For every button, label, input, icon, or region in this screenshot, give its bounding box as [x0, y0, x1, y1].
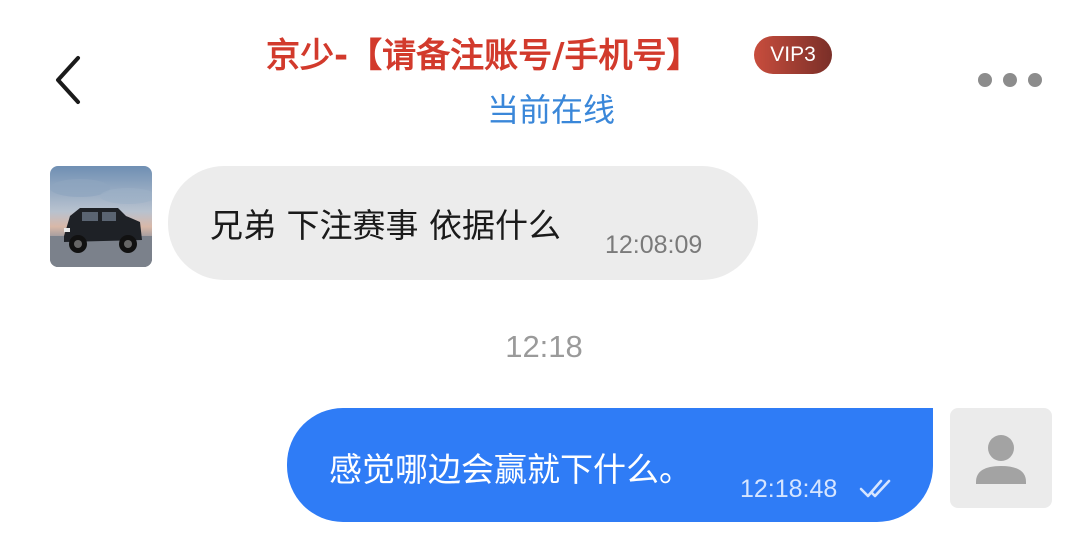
my-avatar[interactable] [950, 408, 1052, 508]
message-time: 12:08:09 [605, 231, 703, 259]
time-divider: 12:18 [505, 329, 583, 364]
chat-header: 京少-【请备注账号/手机号】 VIP3 [0, 30, 1080, 82]
message-text: 兄弟 下注赛事 依据什么 [210, 206, 561, 245]
more-dots-icon [1003, 73, 1017, 87]
incoming-message-bubble[interactable]: 兄弟 下注赛事 依据什么 12:08:09 [168, 166, 758, 280]
vip-badge: VIP3 [754, 36, 832, 74]
contact-avatar[interactable] [50, 166, 152, 267]
online-status: 当前在线 [486, 91, 615, 129]
more-dots-icon [978, 73, 992, 87]
message-text: 感觉哪边会赢就下什么。 [329, 450, 692, 489]
chat-screen: 京少-【请备注账号/手机号】 VIP3 当前在线 兄弟 下注赛事 依据什么 12… [0, 0, 1080, 541]
more-dots-icon [1028, 73, 1042, 87]
message-time: 12:18:48 [740, 475, 838, 503]
double-check-icon [859, 479, 891, 498]
more-options-button[interactable] [976, 70, 1044, 90]
car-avatar-image [50, 166, 152, 267]
outgoing-message-bubble[interactable]: 感觉哪边会赢就下什么。 12:18:48 [287, 408, 933, 522]
contact-name[interactable]: 京少-【请备注账号/手机号】 [266, 30, 701, 82]
user-silhouette-icon [976, 435, 1026, 484]
